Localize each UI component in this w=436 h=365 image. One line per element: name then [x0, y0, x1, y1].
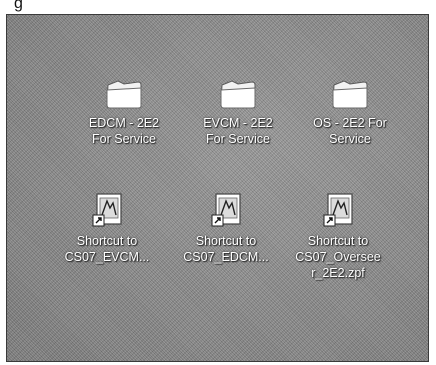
desktop-icon-shortcut-overseer[interactable]: Shortcut to CS07_Oversee r_2E2.zpf [283, 191, 393, 281]
icon-label-line-2: For Service [206, 132, 270, 146]
shortcut-file-icon [211, 193, 241, 227]
icon-label-line-2: Service [329, 132, 371, 146]
icon-label-line-1: EDCM - 2E2 [88, 116, 160, 130]
icon-label-line-1: Shortcut to [195, 234, 257, 248]
desktop-icon-shortcut-edcm[interactable]: Shortcut to CS07_EDCM... [171, 191, 281, 265]
shortcut-file-icon [92, 193, 122, 227]
desktop-icon-evcm-folder[interactable]: EVCM - 2E2 For Service [183, 77, 293, 147]
folder-icon [332, 80, 368, 109]
screenshot-frame: g EDCM - 2E2 For Service EVCM - 2E2 For … [0, 0, 436, 365]
icon-label-line-2: CS07_EDCM... [183, 250, 269, 264]
icon-label-line-2: CS07_Oversee [295, 250, 381, 264]
icon-label-line-1: Shortcut to [76, 234, 138, 248]
icon-label-line-2: For Service [92, 132, 156, 146]
desktop-area[interactable]: EDCM - 2E2 For Service EVCM - 2E2 For Se… [6, 14, 429, 362]
folder-icon [106, 80, 142, 109]
cropped-text-fragment: g [14, 0, 23, 12]
desktop-icon-edcm-folder[interactable]: EDCM - 2E2 For Service [69, 77, 179, 147]
folder-icon [220, 80, 256, 109]
icon-label-line-3: r_2E2.zpf [311, 266, 365, 280]
icon-label-line-1: EVCM - 2E2 [203, 116, 273, 130]
icon-label-line-2: CS07_EVCM... [64, 250, 150, 264]
shortcut-file-icon [323, 193, 353, 227]
icon-label-line-1: OS - 2E2 For [313, 116, 387, 130]
desktop-icon-shortcut-evcm[interactable]: Shortcut to CS07_EVCM... [52, 191, 162, 265]
desktop-icon-os-folder[interactable]: OS - 2E2 For Service [295, 77, 405, 147]
icon-label-line-1: Shortcut to [307, 234, 369, 248]
